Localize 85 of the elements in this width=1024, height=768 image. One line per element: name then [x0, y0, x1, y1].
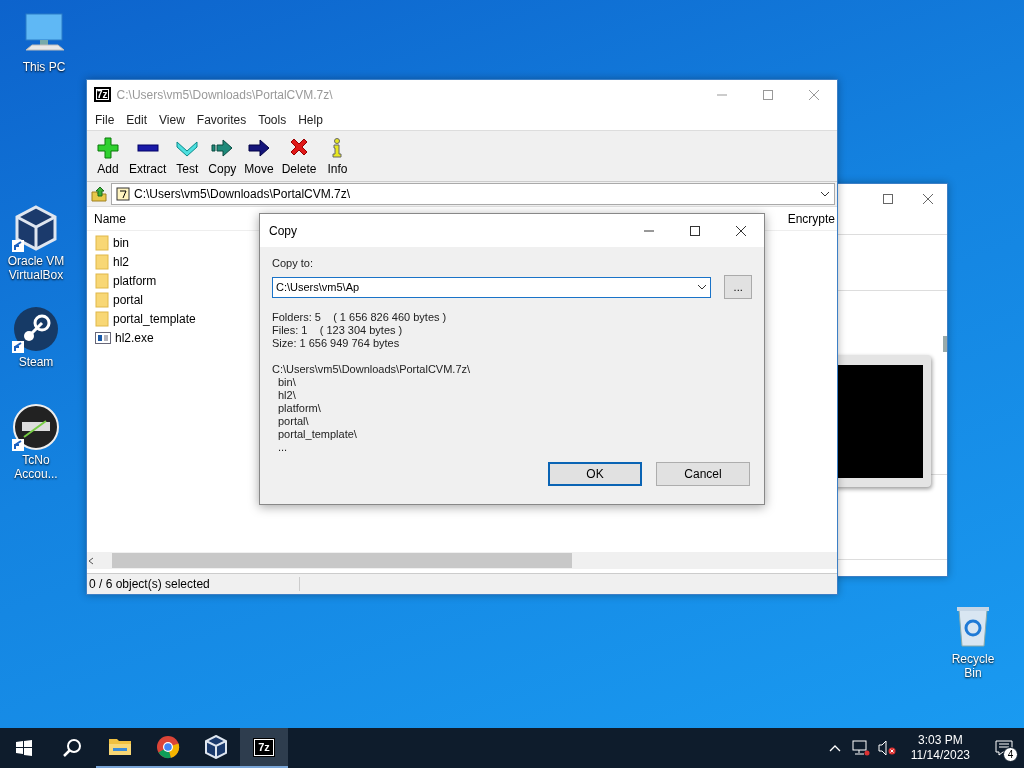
address-field[interactable]: C:\Users\vm5\Downloads\PortalCVM.7z\ — [111, 183, 835, 205]
dialog-title: Copy — [269, 223, 298, 238]
app-logo: 7z — [94, 87, 111, 102]
archive-icon — [116, 187, 130, 201]
menu-item[interactable]: Edit — [120, 112, 154, 127]
desktop-icon-label: Recycle Bin — [950, 652, 996, 680]
info-text: Files: 1 ( 123 304 bytes ) — [272, 324, 404, 337]
cancel-button[interactable]: Cancel — [656, 462, 750, 486]
file-name: portal — [113, 292, 144, 307]
close-icon[interactable] — [923, 194, 933, 204]
chevron-up-icon — [828, 744, 841, 752]
scroll-left-icon — [87, 556, 95, 565]
folder-up-icon[interactable] — [91, 186, 107, 202]
column-header: Name — [94, 211, 126, 226]
file-name: platform — [113, 273, 157, 288]
item-path: platform\ — [277, 402, 322, 415]
scrollbar-thumb[interactable] — [112, 553, 572, 568]
steam-icon[interactable] — [12, 305, 60, 353]
folder-icon — [95, 291, 109, 308]
arrow-right-icon — [248, 137, 271, 159]
search-icon — [62, 738, 82, 758]
file-name: portal_template — [113, 311, 196, 326]
item-path: portal\ — [277, 415, 310, 428]
field-label: Copy to: — [272, 257, 314, 271]
desktop-icon-label: Oracle VM VirtualBox — [6, 254, 66, 282]
menu-item[interactable]: View — [153, 112, 191, 127]
toolbar-button[interactable]: Copy — [204, 137, 241, 181]
arrow-right-icon — [211, 137, 234, 159]
menu-item[interactable]: Tools — [252, 112, 293, 127]
item-path: ... — [277, 441, 289, 454]
folder-icon — [95, 272, 109, 289]
info-text: Size: 1 656 949 764 bytes — [272, 337, 401, 350]
folder-icon — [95, 253, 109, 270]
app-logo: 7z — [254, 738, 274, 756]
folder-icon — [95, 234, 109, 251]
caret-icon — [820, 191, 830, 197]
browse-button[interactable]: ... — [724, 275, 752, 299]
round-logo-icon[interactable] — [12, 403, 60, 451]
ok-button[interactable]: OK — [548, 462, 642, 486]
archive-path: C:\Users\vm5\Downloads\PortalCVM.7z\ — [272, 363, 472, 376]
item-path: bin\ — [277, 376, 297, 389]
desktop-icon-label: TcNo Accou... — [13, 453, 59, 481]
speaker-muted-icon — [877, 740, 896, 756]
item-path: hl2\ — [277, 389, 297, 402]
program-icon — [95, 331, 111, 344]
plus-icon — [97, 137, 119, 159]
notification-count: 4 — [1003, 747, 1018, 762]
path-combobox[interactable]: C:\Users\vm5\Ap — [272, 276, 712, 298]
status-text: 0 / 6 object(s) selected — [89, 577, 300, 591]
toolbar-button[interactable]: Delete — [277, 137, 321, 181]
windows-icon — [16, 740, 32, 756]
caret-icon — [697, 284, 708, 290]
toolbar-button[interactable]: Extract — [125, 137, 171, 181]
taskbar-app[interactable]: 7z — [240, 728, 288, 768]
desktop-icon-label: This PC — [22, 60, 66, 74]
cube-icon — [204, 735, 228, 759]
file-name: bin — [113, 235, 129, 250]
menu-item[interactable]: Favorites — [190, 112, 253, 127]
close-icon — [809, 89, 819, 100]
close-icon — [736, 225, 746, 236]
scrollbar-thumb[interactable] — [943, 336, 947, 352]
maximize-icon — [690, 225, 700, 236]
column-header: Encrypte — [787, 211, 835, 226]
file-name: hl2 — [113, 254, 129, 269]
desktop-icon-label: Steam — [18, 355, 54, 369]
horizontal-scrollbar[interactable] — [87, 552, 837, 569]
maximize-icon — [763, 89, 773, 100]
toolbar-button[interactable]: Add — [91, 137, 125, 181]
item-path: portal_template\ — [277, 428, 358, 441]
window-title: C:\Users\vm5\Downloads\PortalCVM.7z\ — [116, 87, 334, 102]
message-icon — [995, 740, 1013, 756]
toolbar-button[interactable]: Test — [170, 137, 205, 181]
clock-date: 11/14/2023 — [910, 748, 970, 763]
notification-button[interactable]: 4 — [984, 728, 1024, 768]
toolbar-button[interactable]: Info — [320, 137, 355, 181]
clock-time: 3:03 PM — [918, 733, 963, 748]
info-text: Folders: 5 ( 1 656 826 460 bytes ) — [272, 311, 448, 324]
chrome-icon — [156, 735, 180, 759]
file-name: hl2.exe — [115, 330, 154, 345]
maximize-icon[interactable] — [883, 194, 893, 204]
menu-item[interactable]: Help — [292, 112, 329, 127]
menu-item[interactable]: File — [89, 112, 121, 127]
network-icon — [851, 740, 870, 756]
folder-icon — [95, 310, 109, 327]
toolbar-button[interactable]: Move — [240, 137, 278, 181]
